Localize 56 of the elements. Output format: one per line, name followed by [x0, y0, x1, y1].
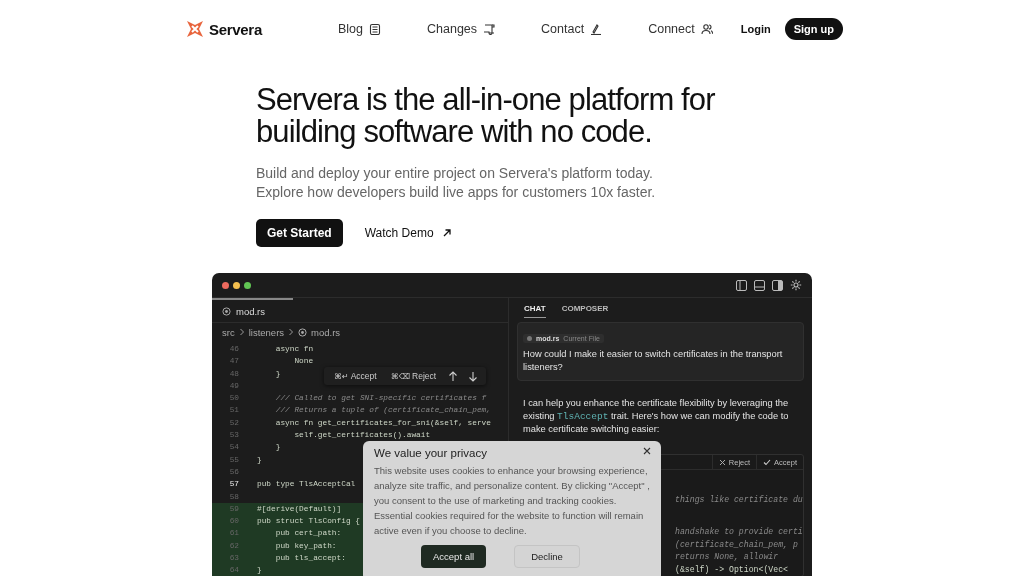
reject-button[interactable]: ⌘⌫ Reject	[388, 370, 439, 382]
hero-subtitle: Build and deploy your entire project on Servera's platform today. Explore how developers build live apps for customers 10x faster.	[256, 164, 657, 202]
nav-link[interactable]: Changes	[427, 22, 496, 36]
breadcrumb-item[interactable]: listeners	[248, 326, 285, 338]
window-dot-icon	[233, 281, 240, 289]
settings-icon[interactable]	[790, 279, 802, 291]
code-line: (&self) -> Option<(Vec<	[675, 564, 788, 574]
file-dot-icon	[527, 336, 532, 341]
get-started-button[interactable]: Get Started	[256, 219, 343, 247]
sign-up-button[interactable]: Sign up	[784, 18, 843, 40]
cookie-text: This website uses cookies to enhance your browsing experience, analyze site traffic, and personalize content. By clicking "Accept" , you consent to the use of marketing and tracking cookies. Essential cookies required for the website to function will remain active even if you choose to decline.	[374, 464, 651, 538]
nav-link[interactable]: Blog	[338, 22, 382, 36]
decline-button[interactable]: Decline	[514, 545, 580, 568]
chat-tab[interactable]: CHAT	[524, 304, 546, 318]
shortcut-label: ⌘⌫	[390, 371, 410, 381]
scroll-icon	[483, 23, 496, 35]
chevron-right-icon	[238, 328, 245, 336]
check-icon	[763, 458, 772, 466]
answer-text: I can help you enhance the certificate flexibility by leveraging the existing TlsAccept trait. Here's how we can modify the code to make certificate switching easier:	[523, 397, 790, 436]
window-dot-icon	[222, 281, 229, 289]
nav-link[interactable]: Contact	[541, 22, 603, 36]
file-tab-label[interactable]: mod.rs	[236, 305, 266, 317]
code-line: things like certificate du	[675, 495, 803, 504]
accept-button[interactable]: ⌘↵ Accept	[332, 370, 379, 382]
shortcut-label: ⌘↵	[334, 371, 349, 381]
code-line: handshake to provide certi	[675, 527, 803, 537]
rust-file-icon	[222, 306, 231, 316]
cookie-title: We value your privacy	[374, 447, 487, 459]
breadcrumb-item[interactable]: src	[222, 326, 235, 338]
signature-icon	[590, 23, 603, 35]
watch-demo-button[interactable]: Watch Demo	[354, 220, 462, 246]
sidebar-right-icon[interactable]	[772, 279, 783, 291]
rust-file-icon	[298, 327, 308, 337]
code-line: returns None, allowir	[675, 552, 779, 562]
login-link[interactable]: Login	[740, 23, 771, 35]
users-icon	[700, 23, 713, 35]
hero-heading: Servera is the all-in-one platform for building software with no code.	[256, 84, 716, 148]
chat-tab[interactable]: COMPOSER	[561, 304, 609, 318]
close-icon	[718, 458, 726, 466]
newspaper-icon	[369, 23, 382, 35]
brand-name: Servera	[209, 20, 262, 38]
window-dot-icon	[244, 281, 251, 289]
nav-link[interactable]: Connect	[648, 22, 713, 36]
chevron-right-icon	[288, 328, 295, 336]
accept-all-button[interactable]: Accept all	[421, 545, 487, 568]
code-line: (certificate_chain_pem, p	[675, 539, 798, 549]
arrow-up-icon[interactable]	[448, 370, 459, 382]
question-text: How could I make it easier to switch certificates in the transport listeners?	[523, 348, 784, 374]
file-tab[interactable]: mod.rs	[212, 298, 293, 322]
breadcrumb-item[interactable]: mod.rs	[311, 326, 341, 338]
arrow-up-right-icon	[441, 228, 452, 238]
close-icon[interactable]	[643, 447, 651, 455]
arrow-down-icon[interactable]	[468, 370, 479, 382]
star-logo-icon	[185, 19, 205, 39]
panel-bottom-icon[interactable]	[754, 279, 765, 291]
sidebar-left-icon[interactable]	[736, 279, 747, 291]
